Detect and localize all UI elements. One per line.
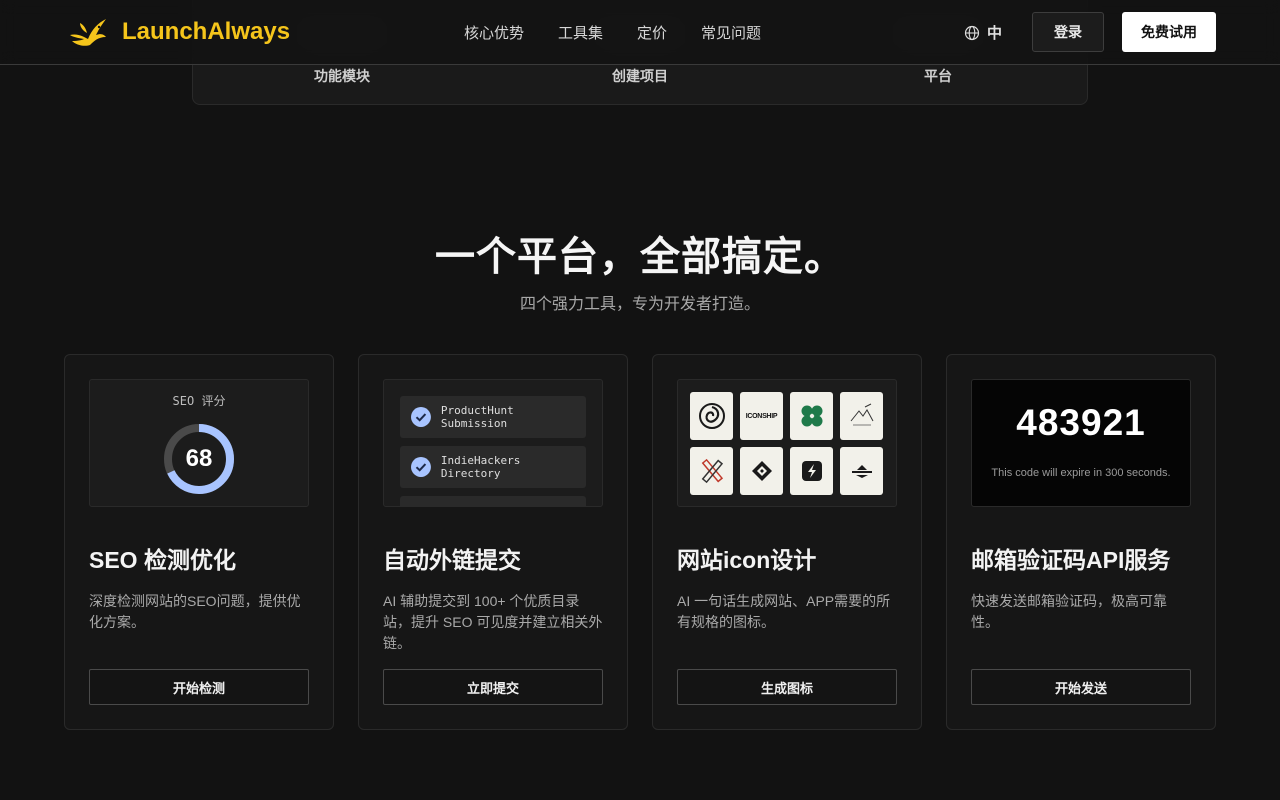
card-icon-design: ICONSHIP 网站icon设计 AI 一句话生成网站、APP需要的所有规格的…: [652, 354, 922, 730]
nav-advantages[interactable]: 核心优势: [464, 22, 524, 43]
verification-code-preview: 483921 This code will expire in 300 seco…: [971, 379, 1191, 507]
list-item-label: ProductHunt Submission: [440, 404, 514, 430]
lightning-s-icon: [790, 447, 833, 495]
seo-score-preview: SEO 评分 68: [89, 379, 309, 507]
stat-label: 平台: [924, 68, 952, 84]
iconship-wordmark-icon: ICONSHIP: [740, 392, 783, 440]
bird-logo-icon: [70, 19, 106, 46]
list-item: ProductHunt Submission: [400, 396, 586, 438]
verification-code: 483921: [1016, 402, 1146, 443]
code-expiry-note: This code will expire in 300 seconds.: [991, 467, 1171, 479]
section-subtitle: 四个强力工具，专为开发者打造。: [519, 296, 760, 313]
mountain-sketch-icon: [840, 392, 883, 440]
start-send-button[interactable]: 开始发送: [971, 669, 1191, 705]
brand-name: LaunchAlways: [122, 18, 291, 45]
pencil-ruler-icon: [690, 447, 733, 495]
card-email-api: 483921 This code will expire in 300 seco…: [946, 354, 1216, 730]
clover-icon: [790, 392, 833, 440]
free-trial-button[interactable]: 免费试用: [1122, 12, 1216, 52]
card-title: 自动外链提交: [383, 547, 521, 573]
card-title: SEO 检测优化: [89, 547, 236, 573]
brand-logo[interactable]: LaunchAlways: [68, 15, 290, 49]
start-check-button[interactable]: 开始检测: [89, 669, 309, 705]
globe-icon: [964, 25, 980, 40]
swirl-logo-icon: [690, 392, 733, 440]
seo-score-value: 68: [185, 445, 213, 472]
nav-tools[interactable]: 工具集: [558, 22, 603, 43]
icon-grid-preview: ICONSHIP: [677, 379, 897, 507]
list-item: IndieHackers Directory: [400, 446, 586, 488]
list-item: [400, 496, 586, 506]
card-description: 深度检测网站的SEO问题，提供优化方案。: [89, 593, 301, 630]
horizon-wordmark-icon: [840, 447, 883, 495]
check-circle-icon: [411, 407, 431, 427]
nav-pricing[interactable]: 定价: [637, 22, 667, 43]
card-description: AI 辅助提交到 100+ 个优质目录站，提升 SEO 可见度并建立相关外链。: [383, 593, 603, 651]
iconship-wordmark: ICONSHIP: [745, 412, 778, 420]
language-switcher[interactable]: 中: [964, 22, 1002, 43]
submit-now-button[interactable]: 立即提交: [383, 669, 603, 705]
generate-icon-button[interactable]: 生成图标: [677, 669, 897, 705]
diamond-pattern-icon: [740, 447, 783, 495]
card-seo: SEO 评分 68 SEO 检测优化 深度检测网站的SEO问题，提供优化方案。 …: [64, 354, 334, 730]
stat-label: 功能模块: [314, 68, 370, 84]
top-header: LaunchAlways 核心优势 工具集 定价 常见问题 中 登录 免费试用: [0, 0, 1280, 65]
check-circle-icon: [411, 457, 431, 477]
language-label: 中: [987, 25, 1003, 42]
nav-faq[interactable]: 常见问题: [701, 22, 761, 43]
submission-list-preview: ProductHunt Submission IndieHackers Dire…: [383, 379, 603, 507]
stat-label: 创建项目: [612, 68, 668, 84]
card-description: 快速发送邮箱验证码，极高可靠性。: [971, 593, 1167, 630]
seo-score-label: SEO 评分: [172, 394, 226, 408]
card-description: AI 一句话生成网站、APP需要的所有规格的图标。: [677, 593, 891, 630]
section-title: 一个平台，全部搞定。: [435, 235, 845, 279]
card-title: 邮箱验证码API服务: [971, 547, 1171, 573]
main-nav: 核心优势 工具集 定价 常见问题: [464, 22, 761, 43]
card-backlinks: ProductHunt Submission IndieHackers Dire…: [358, 354, 628, 730]
login-button[interactable]: 登录: [1032, 12, 1104, 52]
list-item-label: IndieHackers Directory: [440, 454, 521, 480]
card-title: 网站icon设计: [677, 547, 817, 573]
